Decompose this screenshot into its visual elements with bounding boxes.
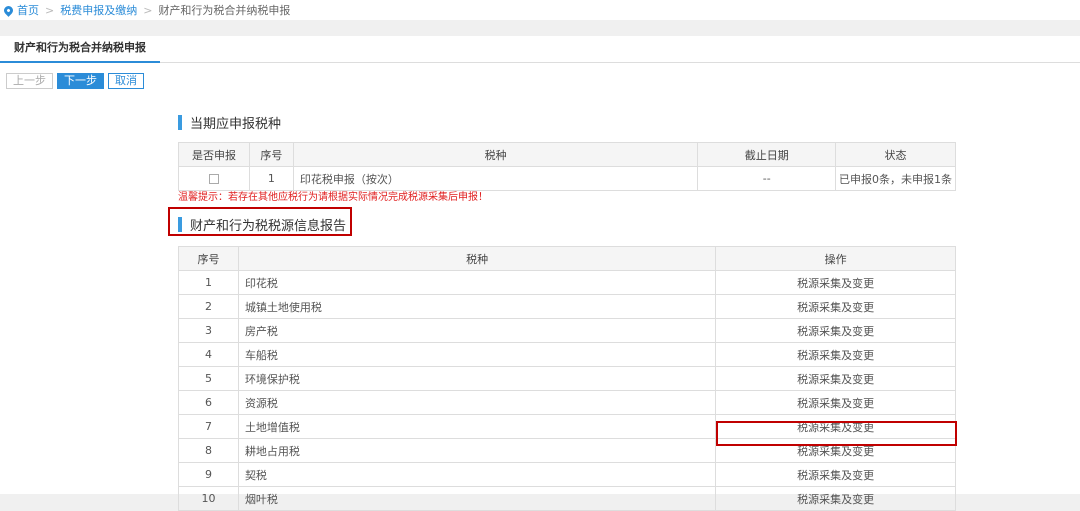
- tax-source-collect-link[interactable]: 税源采集及变更: [715, 294, 956, 319]
- tax-type-cell: 车船税: [237, 342, 717, 367]
- breadcrumb-home[interactable]: 首页: [17, 2, 39, 18]
- tax-type-cell: 耕地占用税: [237, 438, 717, 463]
- next-step-button[interactable]: 下一步: [57, 73, 104, 89]
- table-row: 6 资源税 税源采集及变更: [178, 390, 956, 415]
- breadcrumb-tax-filing[interactable]: 税费申报及缴纳: [60, 2, 137, 18]
- highlight-box-section-title: [168, 207, 352, 236]
- column-header: 操作: [715, 246, 956, 271]
- tax-source-collect-link[interactable]: 税源采集及变更: [715, 486, 956, 511]
- tax-source-collect-link[interactable]: 税源采集及变更: [715, 366, 956, 391]
- declare-cell: [178, 166, 250, 191]
- index-cell: 6: [178, 390, 239, 415]
- column-header: 税种: [292, 142, 699, 167]
- index-cell: 7: [178, 414, 239, 439]
- section-marker: [178, 115, 182, 130]
- tax-type-cell: 资源税: [237, 390, 717, 415]
- column-header: 是否申报: [178, 142, 250, 167]
- section-title-text: 当期应申报税种: [190, 117, 282, 132]
- tax-source-collect-link[interactable]: 税源采集及变更: [715, 390, 956, 415]
- column-header: 税种: [237, 246, 717, 271]
- tax-type-cell: 印花税: [237, 270, 717, 295]
- column-header: 序号: [248, 142, 294, 167]
- column-header: 状态: [835, 142, 956, 167]
- index-cell: 2: [178, 294, 239, 319]
- index-cell: 3: [178, 318, 239, 343]
- tax-type-cell: 契税: [237, 462, 717, 487]
- tab-bar: 财产和行为税合并纳税申报: [0, 36, 1080, 63]
- section-current-tax-title: 当期应申报税种: [178, 113, 281, 132]
- column-header: 截止日期: [697, 142, 837, 167]
- cancel-button[interactable]: 取消: [108, 73, 144, 89]
- toolbar: 上一步 下一步 取消: [6, 73, 144, 89]
- tax-type-cell: 印花税申报（按次）: [292, 166, 699, 191]
- tax-source-table: 序号 税种 操作 1 印花税 税源采集及变更 2 城镇土地使用税 税源采集及变更 3 房产…: [178, 246, 956, 511]
- tab-property-behavior-tax[interactable]: 财产和行为税合并纳税申报: [0, 36, 160, 63]
- index-cell: 10: [178, 486, 239, 511]
- current-tax-table: 是否申报 序号 税种 截止日期 状态 1 印花税申报（按次） -- 已申报0条，…: [178, 142, 956, 191]
- tax-type-cell: 房产税: [237, 318, 717, 343]
- tax-source-collect-link[interactable]: 税源采集及变更: [715, 270, 956, 295]
- index-cell: 1: [178, 270, 239, 295]
- table-row: 9 契税 税源采集及变更: [178, 462, 956, 487]
- table-row: 1 印花税 税源采集及变更: [178, 270, 956, 295]
- breadcrumb-separator: >: [143, 3, 153, 17]
- tax-type-cell: 烟叶税: [237, 486, 717, 511]
- table-header-row: 序号 税种 操作: [178, 246, 956, 271]
- highlight-box-row8-action: [716, 421, 957, 446]
- breadcrumb-current: 财产和行为税合并纳税申报: [158, 4, 291, 17]
- breadcrumb: 首页 > 税费申报及缴纳 > 财产和行为税合并纳税申报: [0, 0, 1080, 20]
- index-cell: 1: [248, 166, 294, 191]
- warning-message: 温馨提示：若存在其他应税行为请根据实际情况完成税源采集后申报！: [178, 192, 488, 203]
- table-row: 3 房产税 税源采集及变更: [178, 318, 956, 343]
- tax-source-collect-link[interactable]: 税源采集及变更: [715, 342, 956, 367]
- index-cell: 9: [178, 462, 239, 487]
- index-cell: 4: [178, 342, 239, 367]
- tax-type-cell: 土地增值税: [237, 414, 717, 439]
- table-row: 1 印花税申报（按次） -- 已申报0条，未申报1条: [178, 166, 956, 191]
- tax-source-collect-link[interactable]: 税源采集及变更: [715, 462, 956, 487]
- column-header: 序号: [178, 246, 239, 271]
- tax-type-cell: 环境保护税: [237, 366, 717, 391]
- table-header-row: 是否申报 序号 税种 截止日期 状态: [178, 142, 956, 167]
- table-row: 2 城镇土地使用税 税源采集及变更: [178, 294, 956, 319]
- tax-type-cell: 城镇土地使用税: [237, 294, 717, 319]
- index-cell: 8: [178, 438, 239, 463]
- prev-step-button[interactable]: 上一步: [6, 73, 53, 89]
- declare-checkbox[interactable]: [208, 174, 219, 184]
- location-pin-icon: [2, 3, 15, 17]
- status-link[interactable]: 已申报0条，未申报1条: [835, 166, 956, 191]
- deadline-cell: --: [697, 166, 837, 191]
- tax-source-collect-link[interactable]: 税源采集及变更: [715, 318, 956, 343]
- table-row: 5 环境保护税 税源采集及变更: [178, 366, 956, 391]
- table-row: 4 车船税 税源采集及变更: [178, 342, 956, 367]
- table-row: 10 烟叶税 税源采集及变更: [178, 486, 956, 511]
- index-cell: 5: [178, 366, 239, 391]
- breadcrumb-separator: >: [45, 3, 55, 17]
